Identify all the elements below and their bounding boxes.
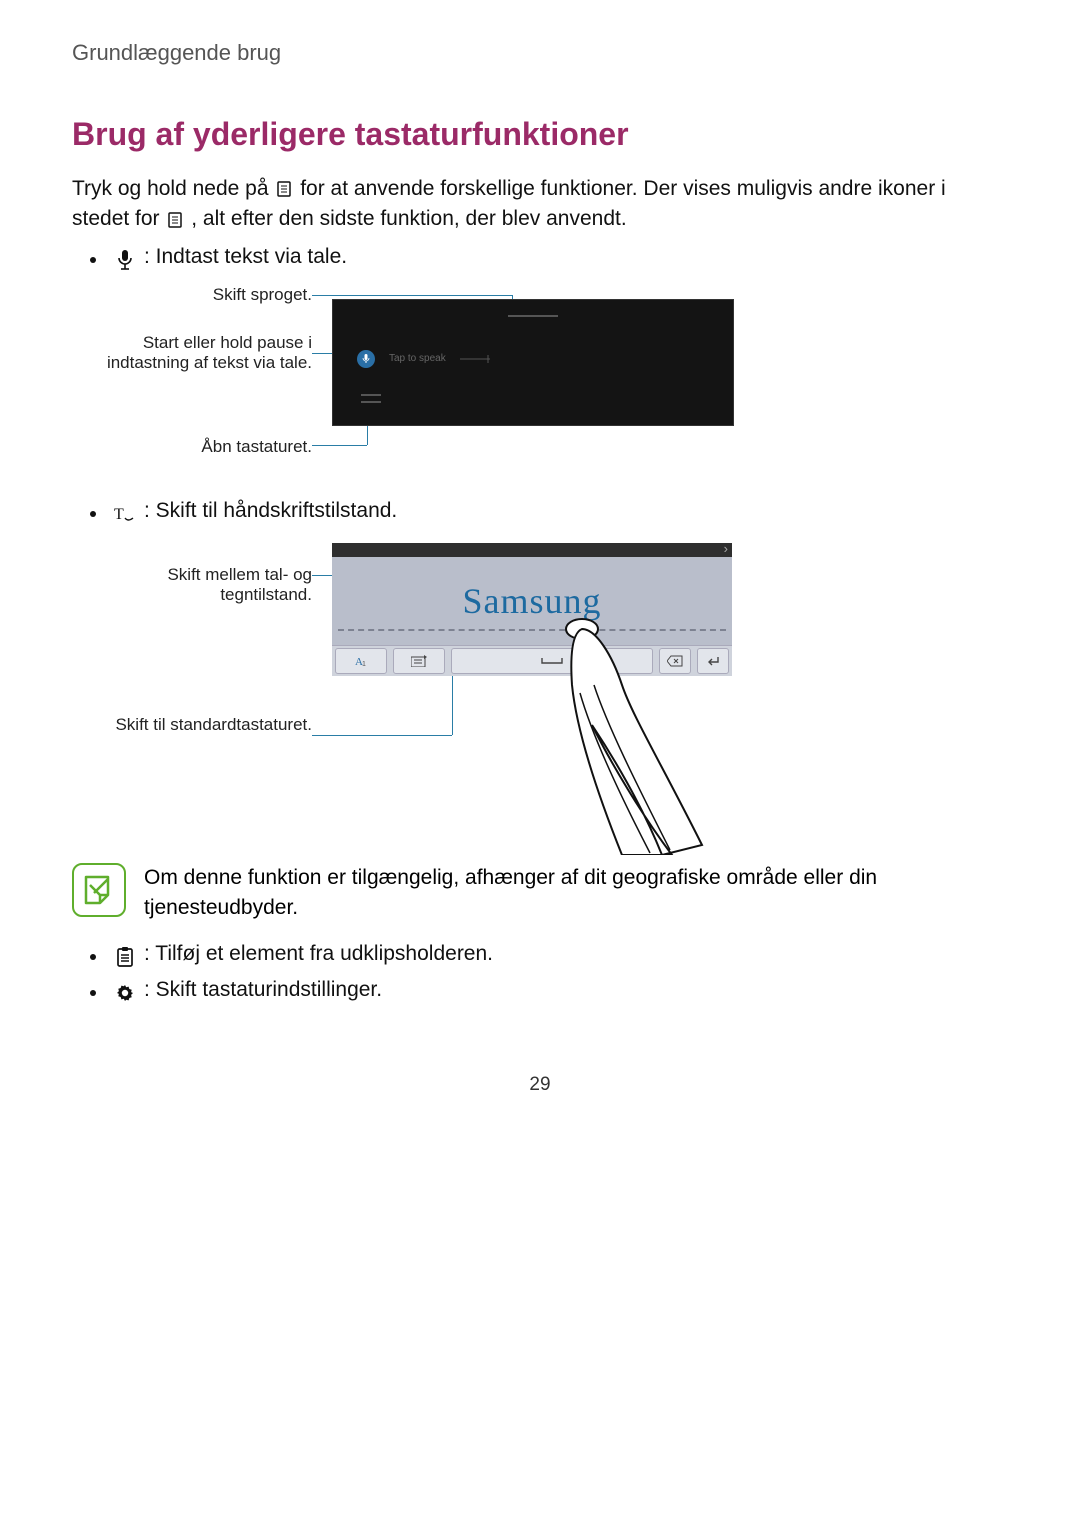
breadcrumb: Grundlæggende brug bbox=[72, 40, 1008, 66]
tap-to-speak-label: Tap to speak bbox=[389, 353, 446, 364]
bullet-handwriting-text: : Skift til håndskriftstilstand. bbox=[144, 499, 397, 523]
svg-text:T: T bbox=[114, 506, 124, 523]
note-text: Om denne funktion er tilgængelig, afhæng… bbox=[144, 863, 1008, 924]
bullet-settings: : Skift tastaturindstillinger. bbox=[90, 978, 1008, 1004]
handwriting-icon: T bbox=[114, 503, 136, 525]
intro-text-a: Tryk og hold nede på bbox=[72, 177, 274, 200]
language-bar[interactable] bbox=[333, 306, 733, 316]
intro-paragraph: Tryk og hold nede på for at anvende fors… bbox=[72, 174, 1008, 235]
keyboard-switch-button[interactable] bbox=[393, 648, 445, 674]
bullet-dot bbox=[90, 257, 96, 263]
bullet-voice: : Indtast tekst via tale. bbox=[90, 245, 1008, 271]
bullet-dot bbox=[90, 511, 96, 517]
bullet-settings-text: : Skift tastaturindstillinger. bbox=[144, 978, 382, 1002]
bullet-voice-text: : Indtast tekst via tale. bbox=[144, 245, 347, 269]
keyboard-handle[interactable] bbox=[361, 394, 381, 403]
mode-toggle-button[interactable]: A1 bbox=[335, 648, 387, 674]
bullet-dot bbox=[90, 990, 96, 996]
waveform-icon bbox=[460, 355, 490, 363]
page-number: 29 bbox=[72, 1074, 1008, 1096]
figure-handwriting: Skift mellem tal- og tegntilstand. Skift… bbox=[72, 543, 1008, 843]
callout-num-sign: Skift mellem tal- og tegntilstand. bbox=[102, 565, 312, 605]
mic-button[interactable] bbox=[357, 350, 375, 368]
voice-input-panel: Tap to speak bbox=[332, 299, 734, 426]
clipboard-icon bbox=[274, 180, 294, 198]
section-heading: Brug af yderligere tastaturfunktioner bbox=[72, 116, 1008, 153]
note-icon bbox=[72, 863, 126, 917]
clipboard-icon bbox=[114, 946, 136, 968]
finger-illustration bbox=[552, 615, 732, 855]
bullet-clipboard-text: : Tilføj et element fra udklipsholderen. bbox=[144, 942, 493, 966]
microphone-icon bbox=[114, 249, 136, 271]
document-page: Grundlæggende brug Brug af yderligere ta… bbox=[0, 0, 1080, 1136]
gear-icon bbox=[114, 982, 136, 1004]
figure-voice-input: Skift sproget. Start eller hold pause i … bbox=[72, 289, 1008, 469]
note-block: Om denne funktion er tilgængelig, afhæng… bbox=[72, 863, 1008, 924]
callout-language: Skift sproget. bbox=[102, 285, 312, 305]
clipboard-icon bbox=[165, 211, 185, 229]
callout-pause: Start eller hold pause i indtastning af … bbox=[102, 333, 312, 373]
intro-text-c: , alt efter den sidste funktion, der ble… bbox=[191, 207, 626, 230]
handwriting-topbar[interactable] bbox=[332, 543, 732, 557]
bullet-dot bbox=[90, 954, 96, 960]
callout-keyboard: Åbn tastaturet. bbox=[102, 437, 312, 457]
bullet-clipboard: : Tilføj et element fra udklipsholderen. bbox=[90, 942, 1008, 968]
bullet-handwriting: T : Skift til håndskriftstilstand. bbox=[90, 499, 1008, 525]
svg-text:1: 1 bbox=[362, 661, 366, 668]
callout-std-keyboard: Skift til standardtastaturet. bbox=[102, 715, 312, 735]
